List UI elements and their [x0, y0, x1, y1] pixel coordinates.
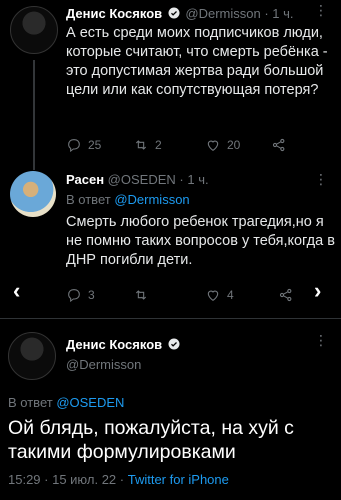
retweet-count: 2 — [155, 138, 162, 152]
reply-button[interactable]: 3 — [66, 287, 95, 303]
author-handle[interactable]: @Dermisson — [185, 6, 260, 21]
verified-icon — [168, 338, 180, 350]
verified-icon — [168, 7, 180, 19]
share-button[interactable] — [271, 137, 287, 153]
more-options-icon[interactable]: ⋮ — [314, 2, 328, 19]
tweet-time: · 1 ч. — [264, 6, 294, 21]
reply-to-link[interactable]: @OSEDEN — [56, 395, 124, 410]
author-name[interactable]: Расен — [66, 172, 104, 187]
tweet-actions: 25 2 20 — [66, 137, 336, 155]
more-options-icon[interactable]: ⋮ — [314, 171, 328, 188]
tweet-header: Денис Косяков @Dermisson · 1 ч. — [66, 6, 294, 21]
tweet-source-link[interactable]: Twitter for iPhone — [128, 472, 229, 487]
retweet-button[interactable]: 2 — [133, 137, 162, 153]
like-button[interactable]: 4 — [205, 287, 234, 303]
share-icon — [272, 138, 285, 152]
heart-icon — [207, 140, 219, 151]
share-icon — [279, 288, 292, 302]
reply-count: 25 — [88, 138, 102, 152]
retweet-icon — [135, 140, 147, 150]
tweet-2: Расен @OSEDEN · 1 ч. ⋮ В ответ @Dermisso… — [0, 165, 341, 315]
avatar[interactable] — [10, 6, 58, 54]
author-name-row: Денис Косяков — [66, 337, 182, 352]
like-count: 4 — [227, 288, 234, 302]
reply-to-link[interactable]: @Dermisson — [114, 192, 189, 207]
reply-context: В ответ @Dermisson — [66, 192, 190, 207]
like-count: 20 — [227, 138, 241, 152]
tweet-header: Расен @OSEDEN · 1 ч. — [66, 172, 209, 187]
reply-prefix: В ответ — [8, 395, 53, 410]
tweet-actions: 3 4 — [66, 287, 306, 305]
reply-icon — [68, 289, 80, 303]
retweet-icon — [135, 290, 147, 300]
next-arrow-icon[interactable]: › — [314, 278, 321, 304]
thread-line — [33, 60, 35, 170]
author-name[interactable]: Денис Косяков — [66, 6, 162, 21]
avatar[interactable] — [10, 171, 56, 217]
avatar[interactable] — [8, 332, 56, 380]
tweet-text: Смерть любого ребенок трагедия,но я не п… — [66, 214, 335, 268]
author-handle[interactable]: @OSEDEN — [108, 172, 176, 187]
reply-button[interactable]: 25 — [66, 137, 101, 153]
reply-prefix: В ответ — [66, 192, 111, 207]
prev-arrow-icon[interactable]: ‹ — [13, 278, 20, 304]
heart-icon — [207, 290, 219, 301]
tweet-time: · 1 ч. — [179, 172, 209, 187]
tweet-text: А есть среди моих подписчиков люди, кото… — [66, 25, 328, 98]
share-button[interactable] — [278, 287, 294, 303]
tweet-text: Ой блядь, пожалуйста, на хуй с такими фо… — [8, 417, 294, 463]
more-options-icon[interactable]: ⋮ — [314, 332, 328, 349]
tweet-meta: 15:29 · 15 июл. 22 · Twitter for iPhone — [8, 472, 229, 487]
retweet-button[interactable] — [133, 287, 155, 303]
divider — [0, 318, 341, 319]
tweet-3-focused: Денис Косяков @Dermisson ⋮ В ответ @OSED… — [0, 320, 341, 500]
reply-icon — [68, 139, 80, 153]
tweet-1: Денис Косяков @Dermisson · 1 ч. ⋮ А есть… — [0, 0, 341, 170]
author-handle[interactable]: @Dermisson — [66, 357, 141, 372]
tweet-timestamp: 15:29 · 15 июл. 22 · — [8, 472, 125, 487]
like-button[interactable]: 20 — [205, 137, 240, 153]
reply-count: 3 — [88, 288, 95, 302]
author-name[interactable]: Денис Косяков — [66, 337, 162, 352]
reply-context: В ответ @OSEDEN — [8, 395, 124, 410]
